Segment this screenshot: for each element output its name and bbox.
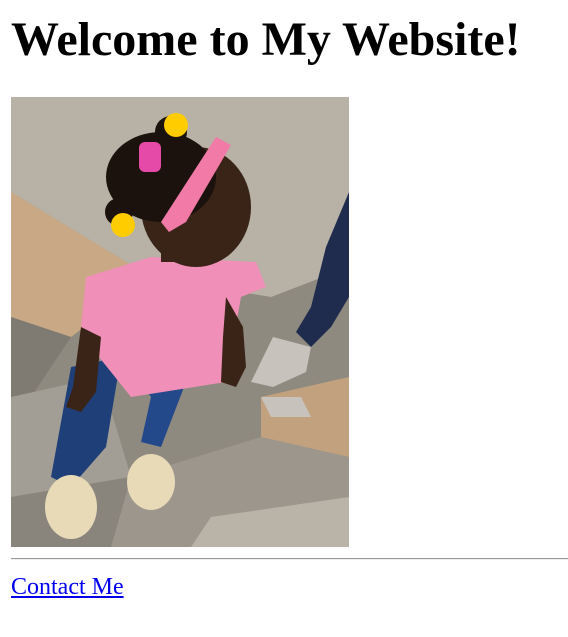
page-content: Welcome to My Website! Contact Me bbox=[11, 0, 568, 637]
page-title: Welcome to My Website! bbox=[11, 13, 521, 66]
contact-link[interactable]: Contact Me bbox=[11, 573, 124, 601]
toddler-photo bbox=[11, 97, 349, 547]
divider bbox=[11, 558, 568, 560]
